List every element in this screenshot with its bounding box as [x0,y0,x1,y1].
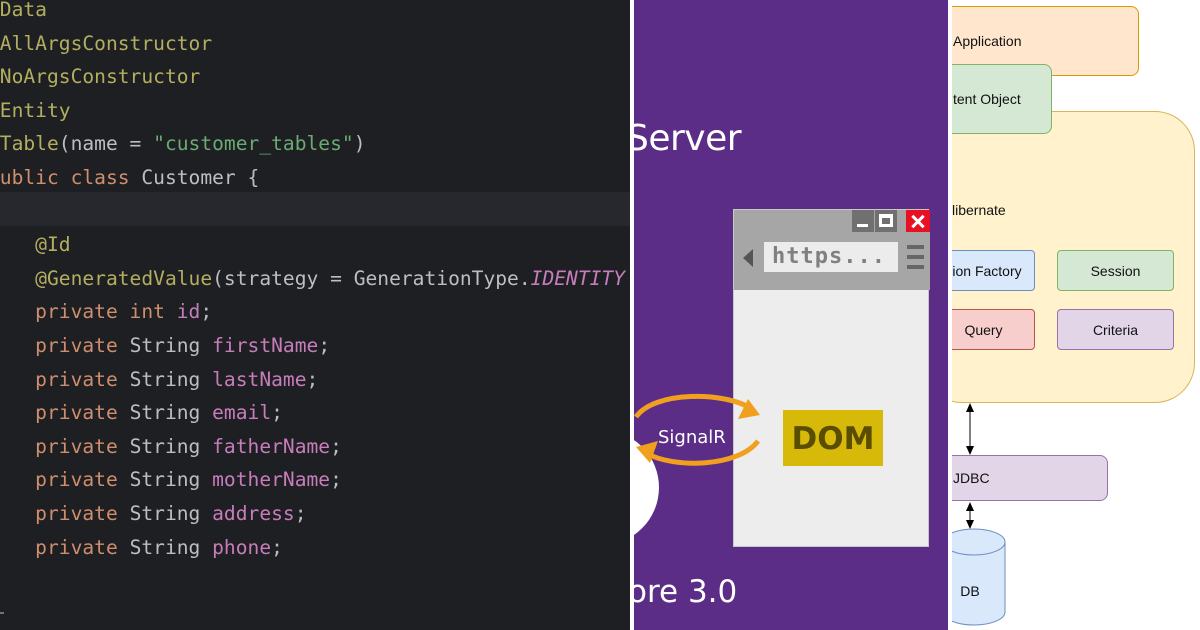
code-token: motherName [212,468,331,492]
code-token: String [129,367,213,391]
code-token: (name = [58,132,154,156]
code-token: private [0,334,130,357]
code-token: String [129,334,213,357]
code-token: ; [271,401,283,425]
code-token: ; [318,334,331,357]
code-token: id [176,300,201,324]
code-token: @Data [0,0,47,21]
code-token: phone [212,535,272,559]
code-token: @AllArgsConstructor [0,31,213,55]
code-token: ; [200,300,213,324]
code-token: private [0,468,130,492]
code-editor[interactable]: @Data @AllArgsConstructor @NoArgsConstruct… [0,0,630,630]
code-token: private [0,401,130,425]
code-token: ) [353,132,366,156]
code-token: email [212,401,272,425]
code-token: @Entity [0,98,71,122]
code-line: @Entity [0,94,71,128]
code-line: @Table(name = "customer_tables") [0,127,366,161]
hibernate-diagram: Application tent Object libernate sion F… [952,0,1200,630]
dom-block: DOM [783,410,883,466]
code-token: Customer { [141,166,260,189]
code-token: @Id [35,233,71,257]
code-line: @Data [0,0,47,27]
code-line: private String address; [0,497,307,531]
connector-arrows [966,403,974,529]
address-bar: https... [764,242,898,272]
code-token: @GeneratedValue [0,266,213,290]
code-token: private [0,502,130,525]
code-line: private int id; [0,295,212,329]
code-token: String [129,434,213,458]
code-token: String [129,535,213,559]
code-token: address [212,502,295,525]
close-icon [906,210,930,232]
code-token: String [129,502,213,525]
code-line: private String fatherName; [0,430,342,464]
code-line: @Id [0,228,71,262]
code-token: firstName [212,334,319,357]
code-token: fatherName [212,434,331,458]
current-line-highlight [0,192,630,226]
signalr-label: SignalR [658,427,726,448]
code-line: private String phone; [0,531,283,565]
gutter-marker [0,612,4,614]
code-token: @Table [0,132,59,156]
code-token: private [0,535,130,559]
code-token: public class [0,166,142,189]
code-token: IDENTITY [530,266,626,290]
code-token: ; [271,535,283,559]
code-line: @NoArgsConstructor [0,60,200,94]
code-token: private [0,367,130,391]
browser-toolbar: https... [734,210,930,290]
code-line: @GeneratedValue(strategy = GenerationTyp… [0,262,625,296]
code-token: "customer_tables" [153,132,354,156]
code-line: private String motherName; [0,463,342,497]
code-token: private [0,434,130,458]
browser-window: https... DOM [733,209,930,547]
blazor-slide: Server https... DOM SignalR ore 3.0 [634,0,948,630]
code-token: private int [0,300,177,324]
code-line: @AllArgsConstructor [0,27,212,61]
code-token: (strategy = GenerationType. [212,266,531,290]
slide-title: Server [634,118,742,159]
code-token: ; [330,468,342,492]
code-line: private String firstName; [0,329,330,363]
minimize-icon [852,210,874,232]
slide-subtitle: ore 3.0 [634,574,738,610]
code-line: private String lastName; [0,363,318,397]
code-token: String [129,468,213,492]
code-line: private String email; [0,396,283,430]
code-token: String [129,401,213,425]
maximize-icon [875,210,897,232]
back-arrow-icon [743,249,753,267]
hamburger-menu-icon [907,245,924,269]
code-token: ; [330,434,342,458]
code-token: lastName [212,367,307,391]
code-token: @NoArgsConstructor [0,65,201,89]
code-token: ; [294,502,307,525]
code-token: ; [306,367,319,391]
code-line: public class Customer { [0,161,259,195]
